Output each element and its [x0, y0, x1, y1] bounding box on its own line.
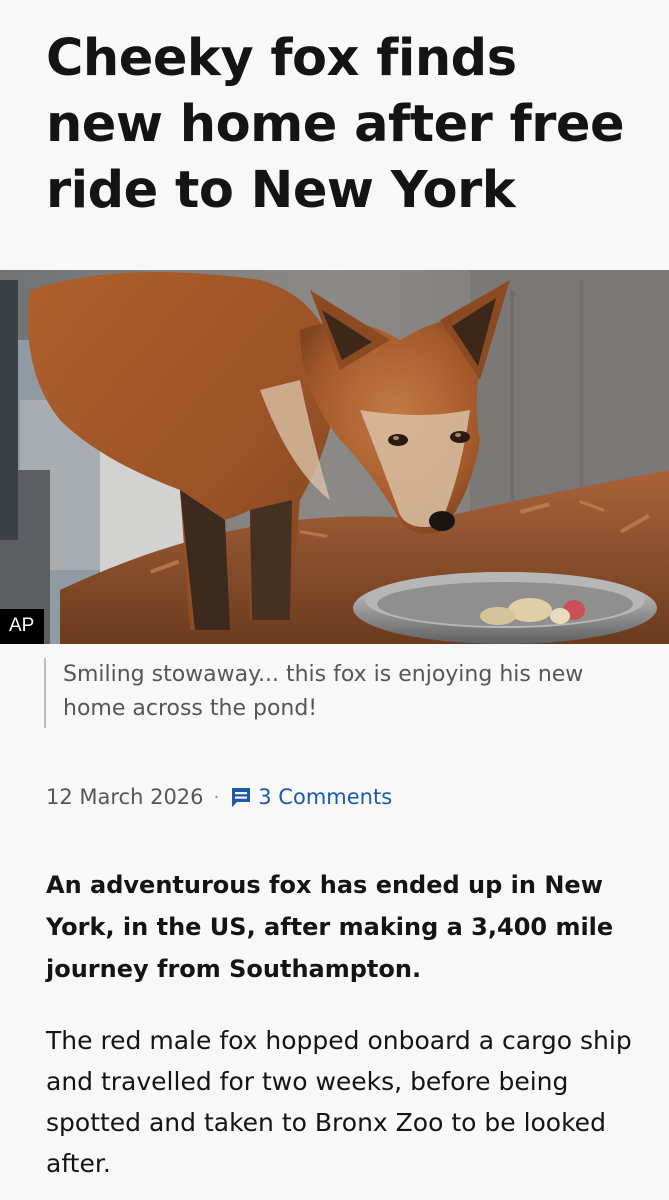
hero-image: AP [0, 270, 669, 644]
comment-bubble-icon [232, 788, 251, 807]
article-body-paragraph: The red male fox hopped onboard a cargo … [46, 1026, 632, 1178]
article-headline: Cheeky fox finds new home after free rid… [46, 29, 625, 220]
image-credit: AP [0, 609, 45, 644]
meta-separator: · [213, 786, 220, 808]
comments-link[interactable]: 3 Comments [229, 785, 392, 809]
article-lead: An adventurous fox has ended up in New Y… [46, 871, 614, 983]
article-meta: 12 March 2026 · 3 Comments [46, 780, 392, 814]
comments-label: 3 Comments [258, 785, 393, 809]
image-caption: Smiling stowaway... this fox is enjoying… [44, 658, 624, 728]
fox-photo [0, 270, 669, 644]
publish-date: 12 March 2026 [46, 785, 204, 809]
